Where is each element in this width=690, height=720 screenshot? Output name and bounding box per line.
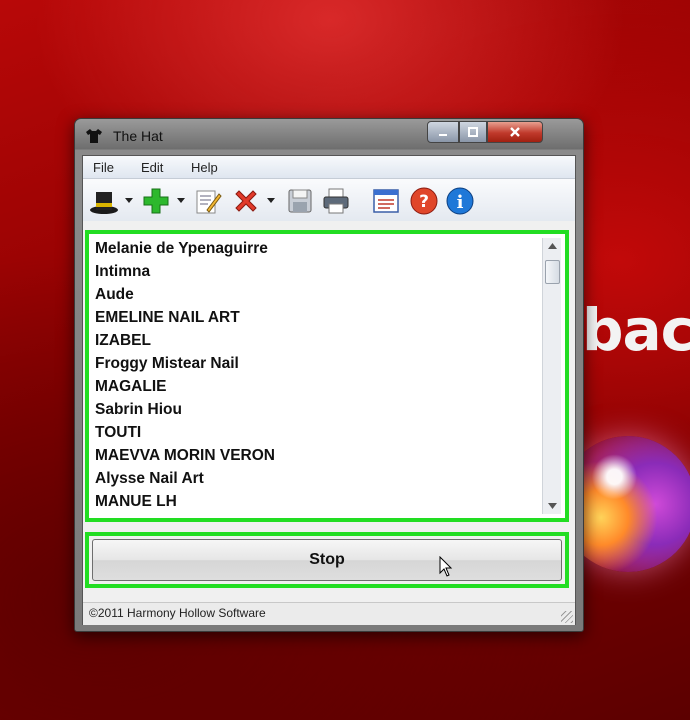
svg-text:?: ? (419, 192, 429, 212)
delete-icon[interactable] (231, 186, 261, 216)
window-title: The Hat (113, 128, 163, 144)
help-icon[interactable]: ? (409, 186, 439, 216)
title-bar[interactable]: The Hat (75, 119, 583, 151)
add-icon[interactable] (141, 186, 171, 216)
list-item[interactable]: MAEVVA MORIN VERON (93, 444, 545, 467)
list-item[interactable]: TOUTI (93, 421, 545, 444)
edit-icon[interactable] (193, 186, 223, 216)
print-icon[interactable] (321, 186, 351, 216)
add-dropdown-arrow[interactable] (177, 198, 185, 203)
menu-edit[interactable]: Edit (141, 160, 163, 175)
list-item[interactable]: Melanie de Ypenaguirre (93, 237, 545, 260)
info-icon[interactable]: i (445, 186, 475, 216)
list-item[interactable]: Froggy Mistear Nail (93, 352, 545, 375)
close-icon (510, 127, 520, 137)
status-bar: ©2011 Harmony Hollow Software (83, 602, 575, 625)
wallpaper-text: bac (582, 296, 690, 364)
list-item[interactable]: IZABEL (93, 329, 545, 352)
scroll-down-icon (547, 503, 557, 509)
stop-button-frame: Stop (85, 532, 569, 588)
save-icon[interactable] (285, 186, 315, 216)
menu-bar: File Edit Help (83, 156, 575, 179)
stop-button[interactable]: Stop (92, 539, 562, 581)
tshirt-icon (86, 129, 102, 143)
list-item[interactable]: EMELINE NAIL ART (93, 306, 545, 329)
maximize-icon (468, 127, 478, 137)
resize-grip[interactable] (561, 611, 573, 623)
menu-help[interactable]: Help (191, 160, 218, 175)
scroll-up-icon (547, 243, 557, 249)
minimize-icon (439, 134, 447, 136)
list-item[interactable]: MANUE LH (93, 490, 545, 513)
minimize-button[interactable] (427, 121, 459, 143)
toolbar: ? i (83, 179, 575, 221)
list-item[interactable]: Sabrin Hiou (93, 398, 545, 421)
client-area: File Edit Help ? i Melanie de Ypenaguirr… (82, 155, 576, 625)
list-scrollbar[interactable] (542, 238, 561, 514)
delete-dropdown-arrow[interactable] (267, 198, 275, 203)
list-item[interactable]: MAGALIE (93, 375, 545, 398)
menu-file[interactable]: File (93, 160, 114, 175)
hat-dropdown-arrow[interactable] (125, 198, 133, 203)
mouse-cursor-icon (439, 556, 453, 577)
list-item[interactable]: Alysse Nail Art (93, 467, 545, 490)
svg-text:i: i (457, 192, 464, 213)
close-button[interactable] (487, 121, 543, 143)
names-list-frame: Melanie de Ypenaguirre Intimna Aude EMEL… (85, 230, 569, 522)
names-list[interactable]: Melanie de Ypenaguirre Intimna Aude EMEL… (93, 237, 545, 515)
list-item[interactable]: Aude (93, 283, 545, 306)
list-item[interactable]: Intimna (93, 260, 545, 283)
maximize-button[interactable] (459, 121, 487, 143)
status-text: ©2011 Harmony Hollow Software (89, 606, 266, 620)
the-hat-window: The Hat File Edit Help ? i Melanie de Yp… (74, 118, 584, 632)
scroll-up-button[interactable] (543, 238, 561, 254)
scroll-down-button[interactable] (543, 498, 561, 514)
scroll-thumb[interactable] (545, 260, 560, 284)
hat-icon[interactable] (89, 186, 119, 216)
list-settings-icon[interactable] (371, 186, 401, 216)
stop-button-label: Stop (309, 551, 345, 568)
